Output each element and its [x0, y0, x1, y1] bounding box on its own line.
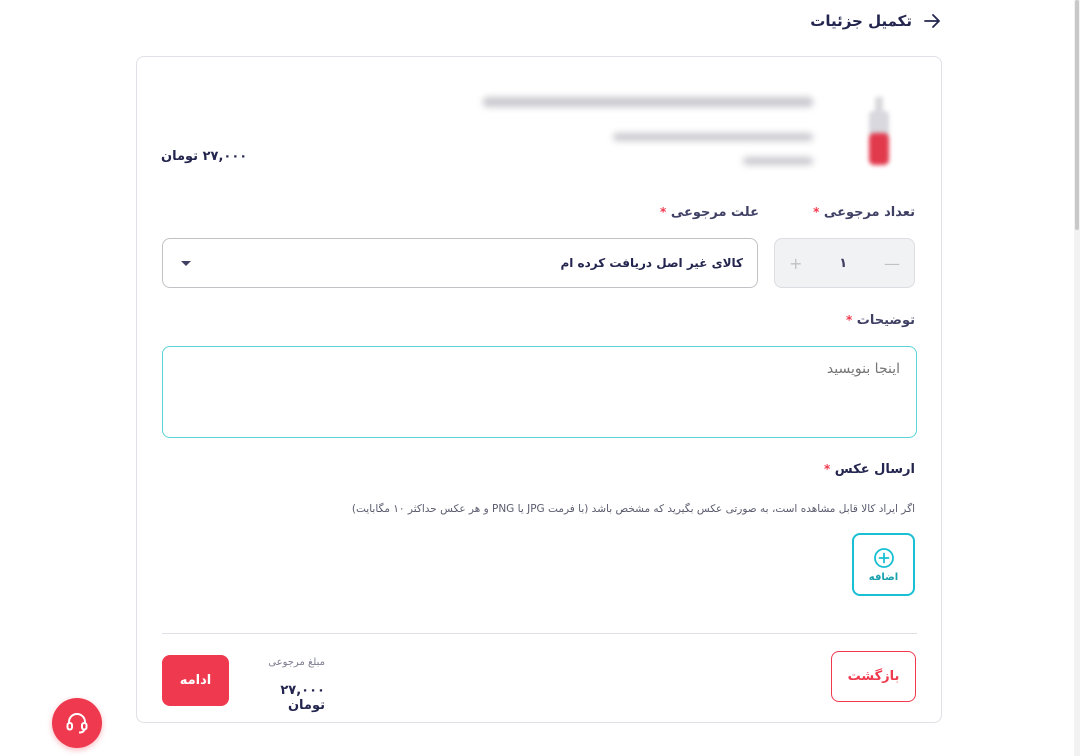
quantity-value: ۱: [839, 255, 848, 271]
add-photo-label: اضافه: [868, 571, 899, 583]
description-label-text: توضیحات: [856, 313, 915, 328]
page-header: تکمیل جزئیات: [136, 6, 942, 36]
add-photo-button[interactable]: اضافه: [852, 533, 915, 596]
reason-select[interactable]: کالای غیر اصل دریافت کرده ام: [162, 238, 758, 288]
photo-label: ارسال عکس *: [824, 462, 915, 477]
reason-select-value: کالای غیر اصل دریافت کرده ام: [560, 256, 743, 270]
reason-label: علت مرجوعی *: [660, 205, 759, 220]
plus-circle-icon: [873, 547, 894, 568]
scrollbar-thumb[interactable]: [1075, 0, 1079, 230]
required-mark: *: [823, 462, 831, 476]
continue-button[interactable]: ادامه: [162, 655, 229, 706]
page-title: تکمیل جزئیات: [810, 12, 912, 30]
quantity-label: تعداد مرجوعی *: [813, 205, 915, 220]
required-mark: *: [845, 313, 853, 327]
back-arrow-icon[interactable]: [922, 11, 942, 31]
product-image: [857, 93, 901, 173]
page-scrollbar[interactable]: [1074, 0, 1080, 756]
support-button[interactable]: [52, 698, 102, 748]
divider: [162, 633, 917, 634]
description-field[interactable]: [162, 346, 917, 438]
required-mark: *: [813, 205, 820, 219]
photo-hint: اگر ایراد کالا قابل مشاهده است، به صورتی…: [351, 503, 915, 515]
quantity-stepper[interactable]: — ۱ +: [774, 238, 915, 288]
reason-label-text: علت مرجوعی: [670, 205, 759, 220]
quantity-label-text: تعداد مرجوعی: [823, 205, 915, 220]
refund-label: مبلغ مرجوعی: [268, 657, 325, 668]
required-mark: *: [660, 205, 667, 219]
product-meta-blurred: [613, 133, 813, 141]
product-price: ۲۷,۰۰۰ تومان: [161, 149, 248, 164]
chevron-down-icon: [181, 260, 191, 266]
product-meta-blurred: [743, 157, 813, 165]
minus-icon[interactable]: —: [884, 254, 900, 273]
return-details-card: ۲۷,۰۰۰ تومان تعداد مرجوعی * — ۱ + علت مر…: [136, 56, 942, 723]
refund-amount: ۲۷,۰۰۰ تومان: [280, 683, 325, 713]
plus-icon[interactable]: +: [789, 254, 802, 273]
photo-label-text: ارسال عکس: [834, 462, 915, 477]
description-label: توضیحات *: [846, 313, 915, 328]
headset-icon: [66, 713, 88, 734]
back-button[interactable]: بازگشت: [831, 651, 916, 702]
product-title-blurred: [483, 97, 813, 107]
